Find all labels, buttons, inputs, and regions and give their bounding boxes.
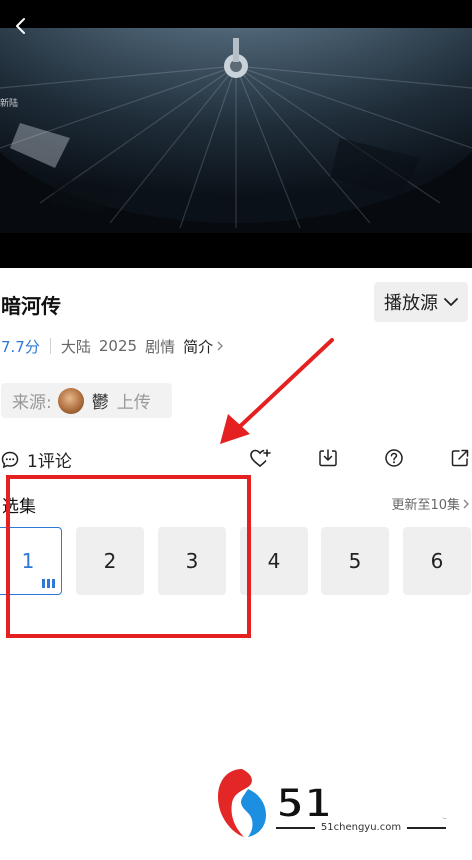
episodes-update-label: 更新至10集 — [391, 498, 460, 513]
video-overlay-text: 新陆 — [0, 99, 19, 109]
help-icon — [385, 449, 403, 467]
uploader-action: 上传 — [116, 393, 151, 413]
video-frame[interactable]: 新陆 — [0, 28, 472, 233]
brand-url-row: 51chengyu.com — [276, 822, 447, 833]
brand-number: 51 — [275, 780, 333, 828]
episode-number: 6 — [430, 549, 444, 573]
brand-name: 51新游戏 — [275, 771, 453, 829]
back-button[interactable] — [8, 12, 32, 40]
episodes-update-link[interactable]: 更新至10集 — [391, 494, 470, 513]
genre: 剧情 — [145, 337, 176, 356]
uploader-chip[interactable]: 来源: 鬱 上传 — [1, 383, 172, 418]
uploader-label: 来源: — [12, 393, 52, 413]
episode-number: 4 — [267, 549, 281, 573]
show-title: 暗河传 — [1, 294, 61, 318]
annotation-arrow-icon — [220, 338, 334, 444]
episode-button[interactable]: 5 — [321, 527, 389, 595]
play-source-button[interactable]: 播放源 — [374, 282, 468, 322]
brand-logo-icon — [218, 769, 266, 837]
year: 2025 — [98, 337, 138, 355]
episode-button[interactable]: 6 — [403, 527, 471, 595]
comment-icon — [1, 451, 19, 468]
meta-divider — [49, 338, 51, 354]
chevron-down-icon — [444, 298, 458, 306]
show-meta: 7.7分 大陆 2025 剧情 简介 — [1, 335, 224, 357]
video-player[interactable]: 新陆 — [0, 0, 472, 268]
annotation-highlight-box — [6, 475, 251, 638]
help-button[interactable] — [382, 446, 406, 470]
share-button[interactable] — [448, 446, 472, 470]
avatar — [57, 387, 84, 414]
comment-button[interactable]: 1评论 — [1, 447, 72, 472]
score: 7.7分 — [1, 337, 40, 356]
site-watermark: 51新游戏 51chengyu.com — [214, 765, 464, 845]
brand-text: 新游戏 — [331, 780, 453, 828]
region: 大陆 — [60, 337, 91, 356]
episode-number: 5 — [348, 549, 362, 573]
play-source-label: 播放源 — [384, 293, 438, 314]
comment-label: 1评论 — [27, 452, 72, 472]
chevron-left-icon — [16, 18, 25, 34]
intro-label: 简介 — [183, 337, 214, 356]
share-icon — [451, 449, 469, 467]
brand-url: 51chengyu.com — [320, 822, 402, 833]
video-still-image — [0, 28, 472, 233]
chevron-right-icon — [463, 499, 469, 508]
uploader-name: 鬱 — [91, 393, 109, 413]
